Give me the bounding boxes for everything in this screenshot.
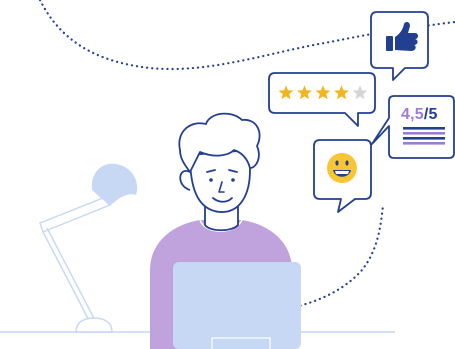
face (189, 149, 251, 213)
rating-score-max: /5 (423, 106, 438, 123)
left-eye (209, 178, 213, 182)
desk-lamp (39, 163, 138, 333)
ear (179, 170, 191, 191)
smiley-bubble (313, 139, 372, 213)
thumbs-up-bubble (370, 11, 429, 81)
star-rating-bubble (268, 72, 376, 127)
laptop (173, 262, 301, 349)
feedback-illustration (0, 0, 455, 349)
rating-score-value: 4,5 (401, 106, 424, 123)
rating-score: 4,5/5 (401, 106, 438, 124)
smiley-face-icon (327, 153, 357, 183)
right-eye (231, 178, 235, 182)
